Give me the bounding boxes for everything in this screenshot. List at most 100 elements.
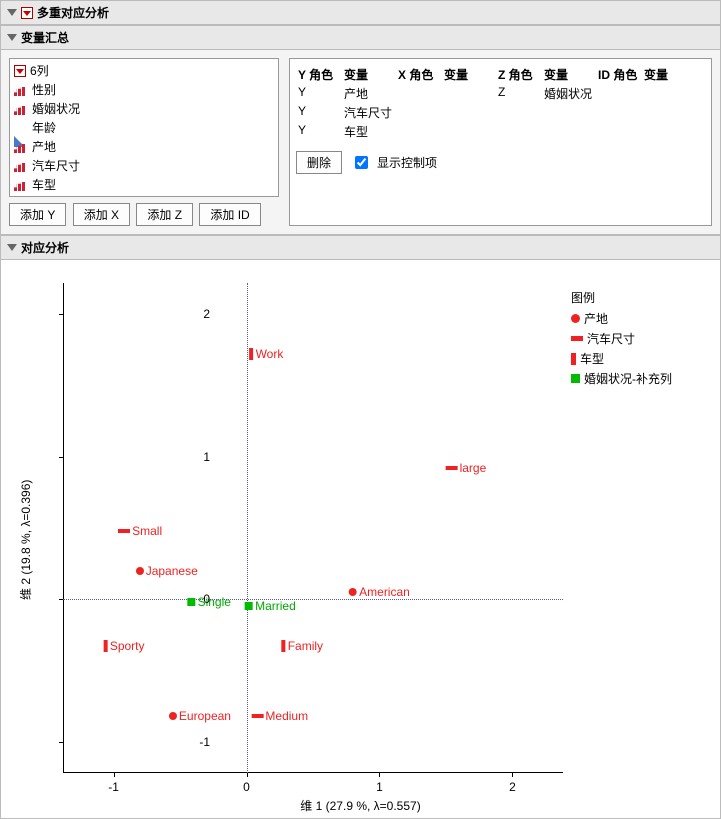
- legend-label: 婚姻状况-补充列: [584, 370, 672, 387]
- var-summary-body: 6列 性别婚姻状况年龄产地汽车尺寸车型 添加 Y 添加 X 添加 Z 添加 ID…: [1, 50, 720, 235]
- column-item[interactable]: 产地: [12, 137, 276, 156]
- nominal-icon: [14, 163, 25, 172]
- add-y-button[interactable]: 添加 Y: [9, 203, 66, 226]
- x-tick: [379, 773, 380, 777]
- chart-body: 图例 产地汽车尺寸车型婚姻状况-补充列 维 2 (19.8 %, λ=0.396…: [1, 260, 720, 818]
- var-summary-header: 变量汇总: [1, 25, 720, 50]
- column-item[interactable]: 车型: [12, 175, 276, 194]
- grid-v-zero: [247, 283, 248, 773]
- z-role-header: Z 角色: [496, 65, 542, 84]
- column-item[interactable]: 性别: [12, 80, 276, 99]
- point-marker-icon: [104, 640, 108, 652]
- var-header: 变量: [342, 65, 396, 84]
- legend-label: 车型: [580, 350, 604, 367]
- point-label: American: [359, 585, 410, 599]
- data-point[interactable]: Work: [250, 347, 284, 361]
- data-point[interactable]: large: [446, 461, 487, 475]
- corr-header: 对应分析: [1, 235, 720, 260]
- data-point[interactable]: European: [169, 709, 231, 723]
- column-list-wrap: 6列 性别婚姻状况年龄产地汽车尺寸车型 添加 Y 添加 X 添加 Z 添加 ID: [9, 58, 279, 226]
- data-point[interactable]: Small: [118, 524, 162, 538]
- add-x-button[interactable]: 添加 X: [73, 203, 130, 226]
- plot-area[interactable]: Japanese American European Small large Medium…: [63, 283, 563, 773]
- point-marker-icon: [245, 602, 253, 610]
- data-point[interactable]: Married: [245, 599, 296, 613]
- point-marker-icon: [250, 348, 254, 360]
- var-header: 变量: [642, 65, 696, 84]
- y-axis-title: 维 2 (19.8 %, λ=0.396): [17, 480, 34, 600]
- data-point[interactable]: Medium: [251, 709, 308, 723]
- column-name: 婚姻状况: [32, 100, 80, 117]
- x-tick-label: -1: [108, 780, 119, 794]
- x-axis-title: 维 1 (27.9 %, λ=0.557): [300, 797, 420, 814]
- show-controls-checkbox[interactable]: [355, 156, 368, 169]
- point-marker-icon: [349, 588, 357, 596]
- role-panel: Y 角色 变量 X 角色 变量 Z 角色 变量 ID 角色 变量 Y 产地 Z …: [289, 58, 712, 226]
- column-count: 6列: [30, 62, 49, 79]
- menu-icon[interactable]: [14, 65, 26, 77]
- role-var: 产地: [342, 84, 396, 103]
- column-name: 汽车尺寸: [32, 157, 80, 174]
- grid-h-zero: [63, 599, 563, 600]
- column-item[interactable]: 汽车尺寸: [12, 156, 276, 175]
- main-title: 多重对应分析: [37, 4, 109, 21]
- y-axis-line: [63, 283, 64, 773]
- legend-item[interactable]: 婚姻状况-补充列: [571, 370, 672, 387]
- legend: 图例 产地汽车尺寸车型婚姻状况-补充列: [571, 289, 672, 390]
- legend-label: 产地: [584, 310, 608, 327]
- y-tick: [59, 314, 63, 315]
- disclose-icon[interactable]: [7, 9, 17, 16]
- legend-item[interactable]: 汽车尺寸: [571, 330, 672, 347]
- data-point[interactable]: Family: [282, 639, 323, 653]
- data-point[interactable]: American: [349, 585, 410, 599]
- button-row: 添加 Y 添加 X 添加 Z 添加 ID: [9, 203, 279, 226]
- role-y: Y: [296, 122, 342, 141]
- role-grid: Y 角色 变量 X 角色 变量 Z 角色 变量 ID 角色 变量 Y 产地 Z …: [296, 65, 705, 141]
- delete-button[interactable]: 删除: [296, 151, 342, 174]
- role-y: Y: [296, 84, 342, 103]
- legend-title: 图例: [571, 289, 672, 306]
- disclose-icon[interactable]: [7, 34, 17, 41]
- add-id-button[interactable]: 添加 ID: [199, 203, 260, 226]
- menu-icon[interactable]: [21, 7, 33, 19]
- point-label: large: [460, 461, 487, 475]
- nominal-icon: [14, 182, 25, 191]
- column-name: 产地: [32, 138, 56, 155]
- y-tick: [59, 742, 63, 743]
- column-item[interactable]: 年龄: [12, 118, 276, 137]
- role-var: 婚姻状况: [542, 84, 596, 103]
- point-label: Sporty: [110, 639, 145, 653]
- role-var: 车型: [342, 122, 396, 141]
- data-point[interactable]: Japanese: [136, 564, 198, 578]
- point-label: Medium: [265, 709, 308, 723]
- point-label: Japanese: [146, 564, 198, 578]
- role-z: Z: [496, 84, 542, 103]
- column-item[interactable]: 婚姻状况: [12, 99, 276, 118]
- y-tick: [59, 599, 63, 600]
- nominal-icon: [14, 87, 25, 96]
- legend-item[interactable]: 产地: [571, 310, 672, 327]
- show-controls-label: 显示控制项: [377, 154, 437, 171]
- var-summary-title: 变量汇总: [21, 29, 69, 46]
- column-list[interactable]: 6列 性别婚姻状况年龄产地汽车尺寸车型: [9, 58, 279, 197]
- column-list-header[interactable]: 6列: [12, 61, 276, 80]
- x-tick: [114, 773, 115, 777]
- point-marker-icon: [136, 567, 144, 575]
- data-point[interactable]: Sporty: [104, 639, 145, 653]
- y-tick-label: 2: [180, 307, 210, 321]
- x-tick-label: 2: [509, 780, 516, 794]
- legend-item[interactable]: 车型: [571, 350, 672, 367]
- y-tick-label: 1: [180, 450, 210, 464]
- legend-marker-icon: [571, 353, 576, 365]
- var-header: 变量: [442, 65, 496, 84]
- column-name: 年龄: [32, 119, 56, 136]
- point-marker-icon: [282, 640, 286, 652]
- legend-marker-icon: [571, 374, 580, 383]
- main-panel: 多重对应分析 变量汇总 6列 性别婚姻状况年龄产地汽车尺寸车型 添加 Y 添加 …: [0, 0, 721, 819]
- disclose-icon[interactable]: [7, 244, 17, 251]
- legend-label: 汽车尺寸: [587, 330, 635, 347]
- add-z-button[interactable]: 添加 Z: [136, 203, 193, 226]
- id-role-header: ID 角色: [596, 65, 642, 84]
- main-header: 多重对应分析: [1, 1, 720, 25]
- corr-title: 对应分析: [21, 239, 69, 256]
